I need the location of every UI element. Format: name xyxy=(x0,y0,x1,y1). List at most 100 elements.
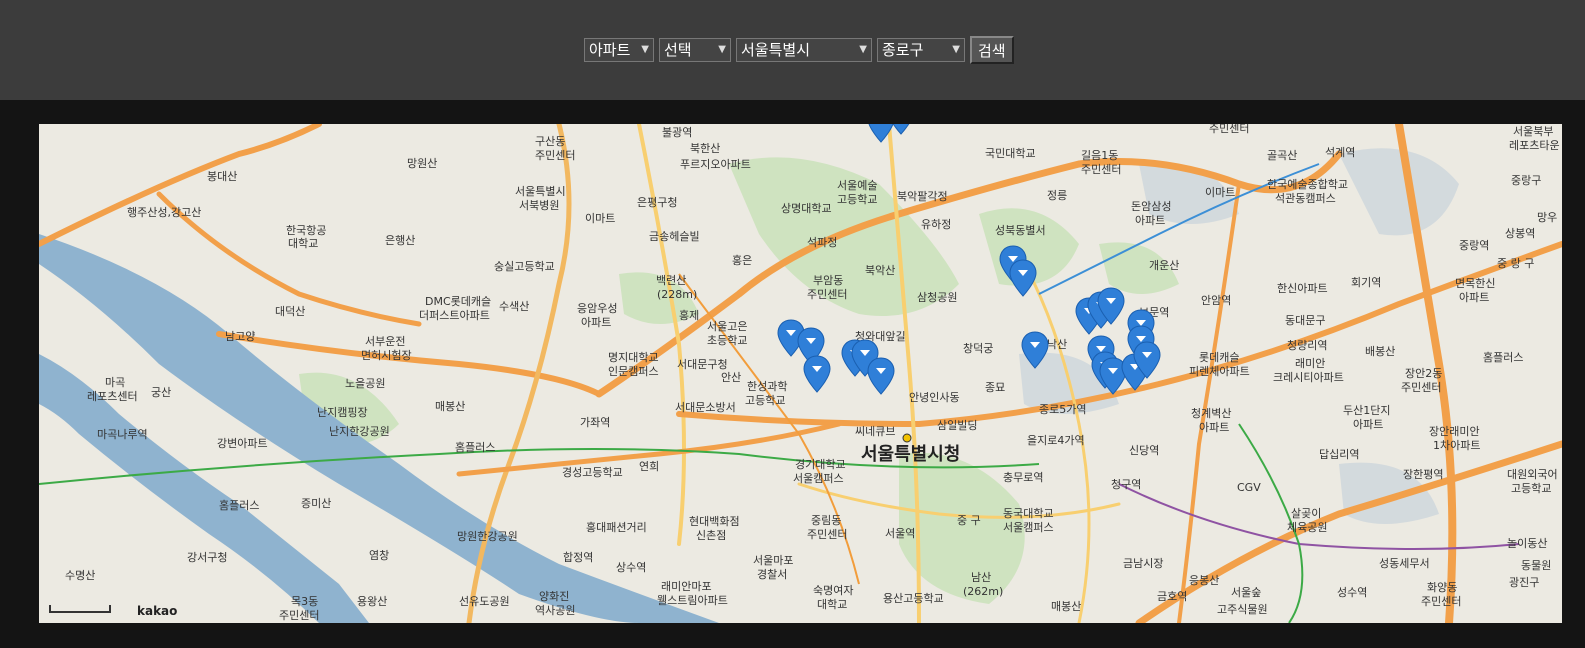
map-label: 수명산 xyxy=(65,569,95,582)
city-select[interactable]: 서울특별시 ▼ xyxy=(736,38,872,62)
map-canvas[interactable]: 구산동주민센터불광역북한산푸르지오아파트은평구청서울특별시서북병원망원산봉대산행… xyxy=(39,124,1562,623)
map-label: 장한평역 xyxy=(1403,468,1443,481)
filter-controls: 아파트 ▼ 선택 ▼ 서울특별시 ▼ 종로구 ▼ 검색 xyxy=(584,36,1014,64)
map-label: 씨네큐브 xyxy=(855,425,895,438)
map-label: 유하정 xyxy=(921,217,951,231)
map-label: 1차아파트 xyxy=(1433,439,1480,452)
city-value: 서울특별시 xyxy=(741,41,811,59)
map-label: 청구역 xyxy=(1111,478,1141,491)
map-label: 석계역 xyxy=(1325,146,1355,159)
map-label: 망우 xyxy=(1537,211,1557,224)
map-label: 동대문구 xyxy=(1285,314,1325,327)
map-label: 아파트 xyxy=(1199,421,1229,434)
map-label: 배봉산 xyxy=(1365,345,1395,358)
map-label: 상수역 xyxy=(616,561,646,574)
map-label: 크레시티아파트 xyxy=(1273,371,1344,384)
map-label: 두산1단지 xyxy=(1343,404,1390,417)
map-label: 양화진 xyxy=(539,590,569,603)
map-label: 초등학교 xyxy=(707,334,747,347)
map-label: 고등학교 xyxy=(1511,482,1551,495)
map-label: 대학교 xyxy=(288,237,318,250)
district-select[interactable]: 종로구 ▼ xyxy=(877,38,965,62)
map-label: 골곡산 xyxy=(1267,149,1297,162)
map-label: 경찰서 xyxy=(757,568,787,581)
map-label: 개운산 xyxy=(1149,259,1179,272)
map-label: 동물원 xyxy=(1521,559,1551,572)
map-label: 성수역 xyxy=(1337,586,1367,599)
map-label: 은행산 xyxy=(385,234,415,247)
top-toolbar: 아파트 ▼ 선택 ▼ 서울특별시 ▼ 종로구 ▼ 검색 xyxy=(0,0,1585,100)
map-label: (262m) xyxy=(963,585,1003,598)
map-label: 화양동 xyxy=(1427,581,1457,594)
map-label: 중 랑 구 xyxy=(1497,257,1534,270)
map-label: 숙명여자 xyxy=(813,584,853,597)
map-label: 북한산 xyxy=(690,142,720,155)
map-label: DMC롯데캐슬 xyxy=(425,295,491,308)
map-label: 경성고등학교 xyxy=(562,466,623,479)
city-hall-label: 서울특별시청 xyxy=(861,444,960,465)
map-label: 중 구 xyxy=(957,514,981,527)
map-label: 고등학교 xyxy=(837,193,877,206)
map-label: 낙산 xyxy=(1047,338,1067,351)
map-label: 장안2동 xyxy=(1405,367,1442,380)
map-label: 홍은 xyxy=(732,253,752,267)
chevron-down-icon: ▼ xyxy=(718,44,726,55)
map-label: 행주산성,강고산 xyxy=(127,206,201,219)
map-label: 숭실고등학교 xyxy=(494,260,555,273)
map-label: 남고양 xyxy=(225,330,255,343)
transaction-select[interactable]: 선택 ▼ xyxy=(659,38,731,62)
map-label: 이마트 xyxy=(585,212,615,225)
map-label: 강서구청 xyxy=(187,551,227,564)
map-label: 살곶이 xyxy=(1291,507,1321,520)
map-label: 봉대산 xyxy=(207,170,237,183)
map-label: 광진구 xyxy=(1509,576,1539,589)
map-label: 석관동캠퍼스 xyxy=(1275,192,1336,205)
map-label: 주민센터 xyxy=(279,609,319,622)
map-label: 회기역 xyxy=(1351,276,1381,289)
map-label: 롯데캐슬 xyxy=(1199,351,1239,364)
map-label: 피렌체아파트 xyxy=(1189,365,1250,378)
map-label: 중랑역 xyxy=(1459,239,1489,252)
map-label: 한국예술종합학교 xyxy=(1267,178,1348,191)
map-label: 서부운전 xyxy=(365,335,405,348)
map-label: 노을공원 xyxy=(345,377,385,390)
map-label: 합정역 xyxy=(563,551,593,564)
map-label: 청계벽산 xyxy=(1191,407,1231,420)
map-label: 금남시장 xyxy=(1123,557,1163,570)
map-label: 가좌역 xyxy=(580,416,610,429)
property-type-value: 아파트 xyxy=(589,41,631,59)
map-label: 불광역 xyxy=(662,126,692,139)
map-label: 면허시험장 xyxy=(361,349,412,362)
map-label: 대원외국어 xyxy=(1507,468,1558,481)
map-label: 홍제 xyxy=(679,308,699,322)
map-label: 답십리역 xyxy=(1319,448,1359,461)
map-label: 서울마포 xyxy=(753,554,793,567)
map-label: 래미안 xyxy=(1295,357,1325,370)
map-label: 응암우성 xyxy=(577,302,617,315)
map-label: 삼일빌딩 xyxy=(937,418,977,432)
chevron-down-icon: ▼ xyxy=(952,44,960,55)
map-label: 길음1동 xyxy=(1081,149,1118,162)
map-label: 종로5가역 xyxy=(1039,403,1086,416)
map-label: 레포츠센터 xyxy=(87,390,138,403)
map-label: 부암동 xyxy=(813,274,843,287)
map-label: 용왕산 xyxy=(357,595,387,608)
map-label: 주민센터 xyxy=(807,528,847,541)
map-label: 상명대학교 xyxy=(781,202,832,215)
map-label: 명지대학교 xyxy=(608,351,659,364)
map-label: 은평구청 xyxy=(637,196,677,209)
map-view[interactable]: 구산동 주민센터 불광역 북한산 푸르지오아파트 은평구청 서울특별시 서북병원 망원산 봉대산 행… xyxy=(39,124,1562,623)
map-label: 구산동 xyxy=(535,135,565,148)
map-label: 난지한강공원 xyxy=(329,425,390,438)
map-label: 주민센터 xyxy=(1081,163,1121,176)
search-button[interactable]: 검색 xyxy=(970,36,1014,64)
map-label: 매봉산 xyxy=(435,400,465,413)
property-type-select[interactable]: 아파트 ▼ xyxy=(584,38,654,62)
map-label: 웰스트림아파트 xyxy=(657,594,728,607)
map-label: 신당역 xyxy=(1129,444,1159,457)
map-label: 중림동 xyxy=(811,514,841,527)
map-label: 중랑구 xyxy=(1511,174,1541,187)
map-label: 경기대학교 xyxy=(795,458,846,471)
map-label: 주민센터 xyxy=(535,149,575,162)
map-label: 신촌점 xyxy=(696,529,726,542)
